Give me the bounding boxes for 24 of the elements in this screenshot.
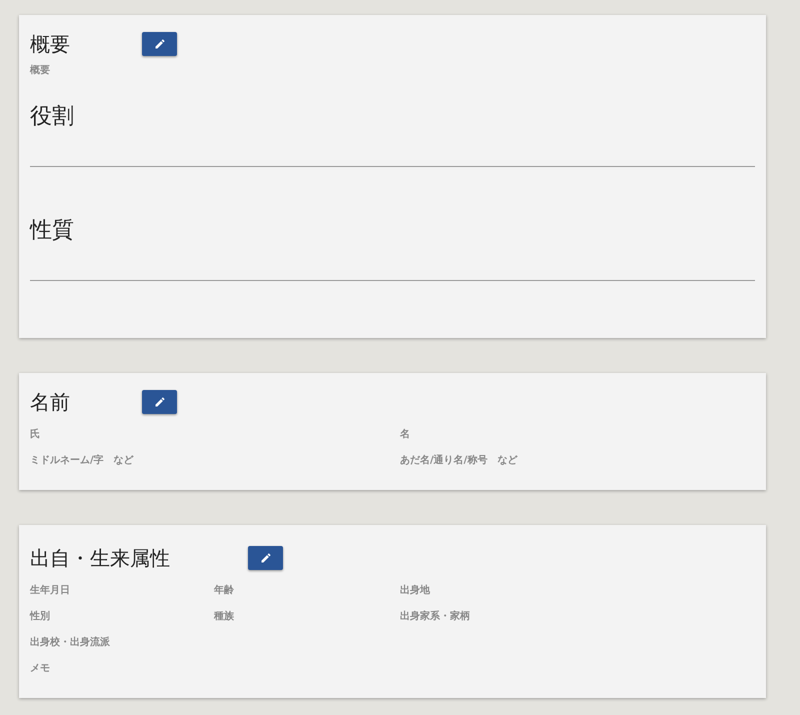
pencil-icon xyxy=(154,38,166,50)
field-label: 名 xyxy=(400,428,411,441)
field-label: 出身校・出身流派 xyxy=(30,635,111,649)
field-label: 出身地 xyxy=(400,584,431,597)
field-label: あだ名/通り名/称号 など xyxy=(400,454,518,467)
field-label: 性別 xyxy=(30,610,51,623)
field-label: 氏 xyxy=(30,428,41,441)
field-label: 種族 xyxy=(214,610,235,623)
field-label: 年齢 xyxy=(214,584,235,597)
text-field[interactable]: 役割 xyxy=(30,77,755,167)
field-label: メモ xyxy=(30,662,51,675)
edit-button[interactable] xyxy=(142,390,177,414)
text-field[interactable]: 性質 xyxy=(30,191,755,281)
edit-button[interactable] xyxy=(142,32,177,56)
card-title: 名前 xyxy=(30,388,71,416)
field-label: 生年月日 xyxy=(30,584,71,597)
section-label: 概要 xyxy=(30,64,50,77)
edit-button[interactable] xyxy=(248,546,283,570)
field-label: 出身家系・家柄 xyxy=(400,609,471,623)
card-title: 概要 xyxy=(30,30,71,58)
card-title: 出自・生来属性 xyxy=(30,544,171,572)
field-label: ミドルネーム/字 など xyxy=(30,453,135,467)
pencil-icon xyxy=(260,552,272,564)
pencil-icon xyxy=(154,396,166,408)
